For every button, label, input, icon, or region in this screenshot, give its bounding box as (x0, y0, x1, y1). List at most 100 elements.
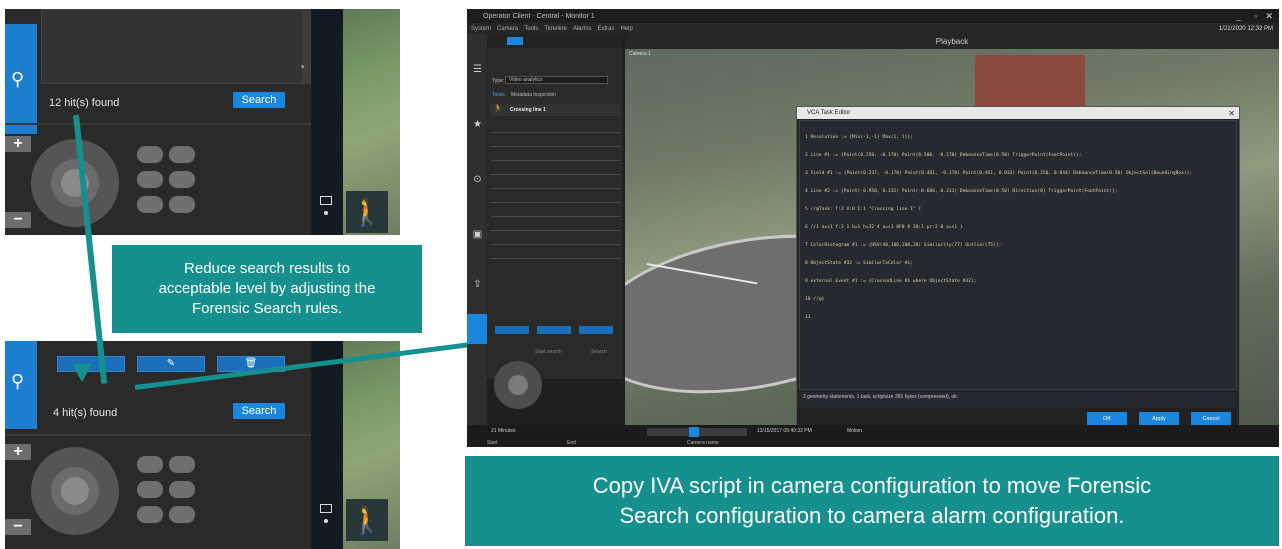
window-maximize-icon[interactable]: ▫ (1254, 12, 1257, 21)
list-line (490, 258, 620, 259)
code-line: 11 (805, 315, 811, 320)
ptz-icon[interactable]: ⊙ (472, 174, 483, 185)
tab-tasks[interactable]: Tasks (492, 92, 505, 98)
preset-button-5[interactable] (137, 196, 163, 213)
dot-icon (324, 211, 328, 215)
window-minimize-icon[interactable]: _ (1237, 12, 1241, 21)
side-strip-top (311, 9, 343, 235)
menu-timeline[interactable]: Timeline (544, 26, 566, 32)
vca-task-editor-dialog: VCA Task Editor ✕ 1 Resolution := {Min(-… (796, 106, 1240, 432)
dot-icon (324, 519, 328, 523)
panel-delete-button[interactable] (579, 326, 613, 334)
preset-button-4[interactable] (169, 171, 195, 188)
panel-add-button[interactable] (495, 326, 529, 334)
menu-tools[interactable]: Tools (524, 26, 538, 32)
tree-icon[interactable]: ☰ (472, 64, 483, 75)
apply-button[interactable]: Apply (1139, 412, 1179, 425)
results-scrollbar[interactable] (302, 9, 310, 84)
type-select-value: Video analytics (509, 77, 543, 83)
timeline-play-button[interactable] (689, 427, 699, 437)
walking-person-icon: 🚶 (346, 499, 388, 541)
task-person-icon: 🏃 (493, 104, 503, 113)
code-line: 3 Field #1 := {Point(0.237, -0.170) Poin… (805, 171, 1193, 176)
left-toolbar: ☰ ★ ⊙ ▣ ⇪ (467, 34, 487, 440)
preset-button-5[interactable] (137, 506, 163, 523)
menu-camera[interactable]: Camera (497, 26, 518, 32)
code-line: 5 //@Task: T:2 V:0 I:1 "Crossing line 1"… (805, 207, 922, 212)
favorites-icon[interactable]: ★ (472, 119, 483, 130)
list-line (490, 188, 620, 189)
start-search-label: Start search (535, 349, 562, 355)
list-line (490, 202, 620, 203)
type-select[interactable]: Video analytics (505, 76, 608, 84)
preset-button-2[interactable] (169, 146, 195, 163)
divider (5, 434, 311, 436)
preset-button-4[interactable] (169, 481, 195, 498)
callout-reduce-results: Reduce search results to acceptable leve… (112, 245, 422, 333)
forensic-search-side-panel: Type: Video analytics Tasks Metadata Ins… (487, 34, 623, 379)
dialog-status: 3 geometry statements, 1 task, scriptsiz… (799, 392, 1237, 408)
code-line: 6 //1 a=s1 f:2 1 b=1 h=32 4 a=s1 8F0 8 2… (805, 225, 963, 230)
ok-button[interactable]: OK (1087, 412, 1127, 425)
pencil-icon: ✎ (166, 358, 176, 369)
forensic-search-tab[interactable]: ⚲ (5, 24, 37, 134)
monitor-icon[interactable]: ▣ (472, 229, 483, 240)
timeline-date: 12/15/2017 05:40:32 PM (757, 428, 812, 434)
banner-line-1: Copy IVA script in camera configuration … (592, 473, 1152, 498)
menu-help[interactable]: Help (621, 26, 633, 32)
timeline-motion[interactable]: Motion (847, 428, 862, 434)
code-line: 2 Line #1 := {Point(0.250, -0.170) Point… (805, 153, 1082, 158)
preset-button-1[interactable] (137, 146, 163, 163)
zoom-in-button[interactable]: + (5, 443, 31, 460)
list-line (490, 244, 620, 245)
ptz-joystick-center[interactable] (61, 477, 89, 505)
hit-count: 12 hit(s) found (49, 97, 120, 109)
preset-button-3[interactable] (137, 481, 163, 498)
playback-header: Playback (625, 34, 1279, 49)
end-label: End (567, 440, 576, 446)
panel-search-button[interactable]: Search (591, 349, 607, 355)
bottom-banner: Copy IVA script in camera configuration … (465, 456, 1279, 546)
monitor-icon (320, 504, 332, 513)
panel-edit-button[interactable] (537, 326, 571, 334)
code-line: 1 Resolution := {Min(-1,-1) Max(1, 1)}; (805, 135, 913, 140)
app-ptz-center[interactable] (508, 375, 528, 395)
menu-system[interactable]: System (471, 26, 491, 32)
forensic-search-tab[interactable]: ⚲ (5, 341, 37, 429)
script-editor[interactable]: 1 Resolution := {Min(-1,-1) Max(1, 1)}; … (799, 120, 1237, 390)
preset-button-6[interactable] (169, 196, 195, 213)
toolbar-button-active[interactable] (507, 37, 523, 45)
operator-client-window: Operator Client - Central - Monitor 1 ✕ … (467, 9, 1279, 440)
preset-button-6[interactable] (169, 506, 195, 523)
zoom-out-button[interactable]: − (5, 518, 31, 535)
callout-line-2: acceptable level by adjusting the (158, 280, 376, 297)
code-line: 8 ObjectState #32 := SimilarToColor #1; (805, 261, 913, 266)
tab-metadata[interactable]: Metadata Inspection (511, 92, 556, 98)
zoom-in-button[interactable]: + (5, 135, 31, 152)
preset-button-3[interactable] (137, 171, 163, 188)
camera-image-bottom: 🚶 (343, 341, 400, 549)
menu-extras[interactable]: Extras (598, 26, 615, 32)
code-line: 9 external Event #1 := {CrossedLine #1 w… (805, 279, 977, 284)
forensic-tab-active[interactable] (467, 314, 487, 344)
results-list (41, 9, 311, 84)
callout-line-3: Forensic Search rules. (191, 300, 343, 317)
task-row[interactable]: 🏃 Crossing line 1 (490, 104, 620, 116)
zoom-out-button[interactable]: − (5, 211, 31, 228)
timeline-duration: 21 Minutes (491, 428, 516, 434)
window-close-icon[interactable]: ✕ (1265, 11, 1273, 22)
type-label: Type: (492, 78, 505, 84)
datetime: 1/21/2020 12:32 PM (1218, 25, 1273, 32)
panel-toolbar (487, 34, 623, 48)
window-titlebar: Operator Client - Central - Monitor 1 ✕ … (467, 9, 1279, 23)
rule-edit-button[interactable]: ✎ (137, 356, 205, 372)
search-button[interactable]: Search (233, 403, 285, 419)
export-icon[interactable]: ⇪ (472, 279, 483, 290)
search-button[interactable]: Search (233, 92, 285, 108)
scroll-down-icon[interactable]: ▾ (301, 63, 305, 71)
menu-alarms[interactable]: Alarms (573, 26, 592, 32)
preset-button-2[interactable] (169, 456, 195, 473)
dialog-close-icon[interactable]: ✕ (1228, 109, 1235, 118)
preset-button-1[interactable] (137, 456, 163, 473)
cancel-button[interactable]: Cancel (1191, 412, 1231, 425)
